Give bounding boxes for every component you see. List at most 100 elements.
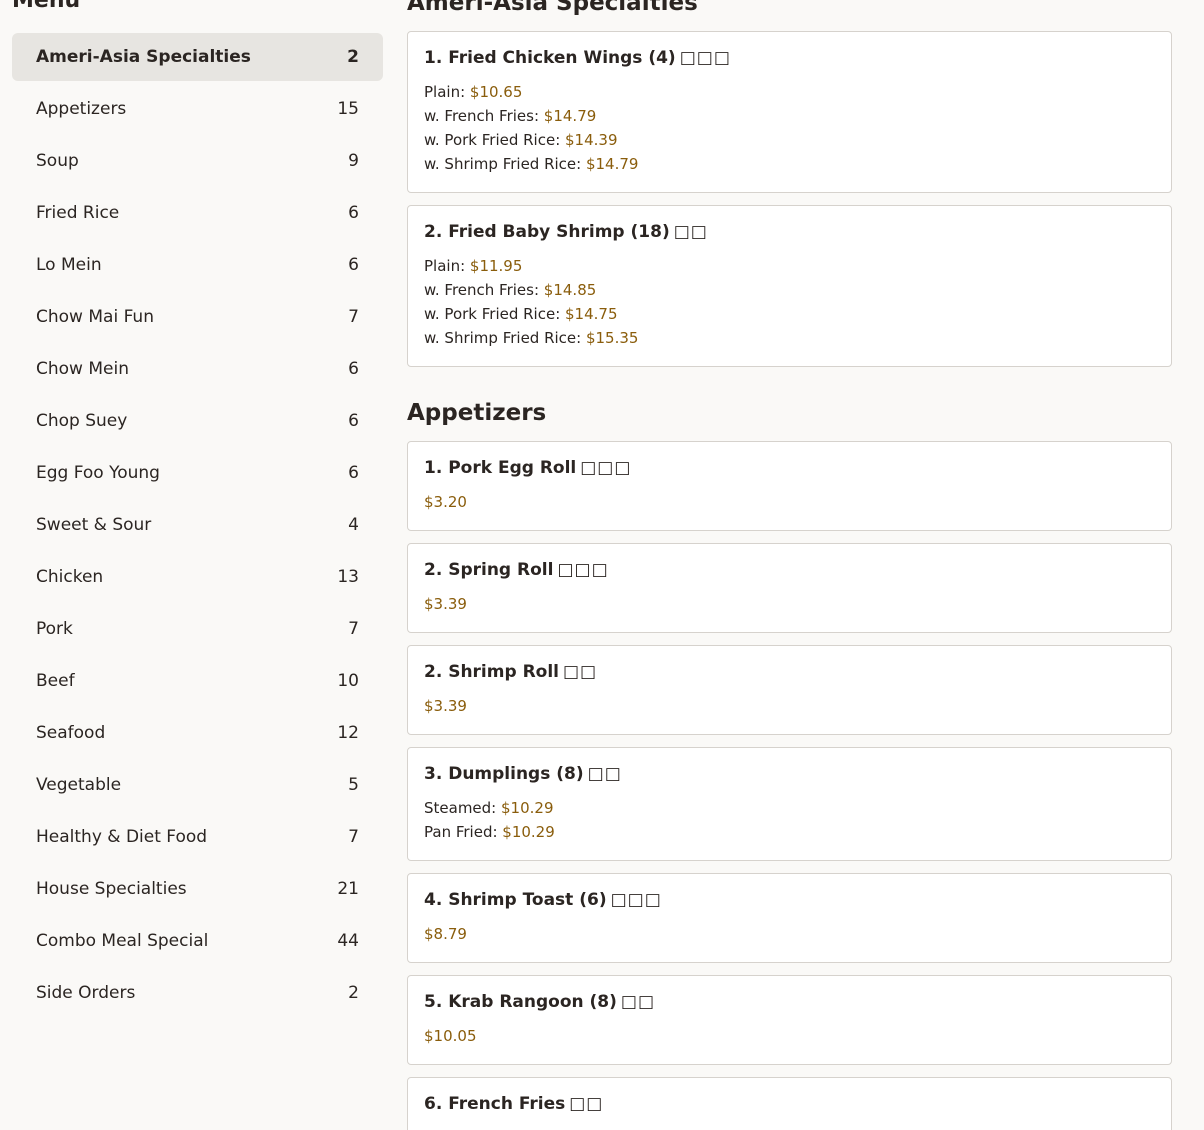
price-option-label: Steamed: bbox=[424, 799, 502, 817]
menu-item-card[interactable]: 5. Krab Rangoon (8) □□ $10.05 bbox=[407, 975, 1172, 1065]
menu-content: Ameri-Asia Specialties 1. Fried Chicken W… bbox=[407, 0, 1172, 1130]
price-row: Pan Fried: $10.29 bbox=[424, 820, 1155, 844]
category-label: Combo Meal Special bbox=[36, 931, 209, 951]
category-list: Ameri-Asia Specialties 2 Appetizers 15 Soup 9… bbox=[12, 33, 383, 1021]
price-row: $10.05 bbox=[424, 1024, 1155, 1048]
price-row: $3.20 bbox=[424, 490, 1155, 514]
sidebar-category-item[interactable]: Side Orders 2 bbox=[12, 969, 383, 1017]
menu-item-card[interactable]: 4. Shrimp Toast (6) □□□ $8.79 bbox=[407, 873, 1172, 963]
menu-item-name: 4. Shrimp Toast (6) □□□ bbox=[424, 888, 1155, 912]
category-label: Healthy & Diet Food bbox=[36, 827, 208, 847]
price-value: $14.85 bbox=[543, 281, 597, 299]
sidebar-category-item[interactable]: Ameri-Asia Specialties 2 bbox=[12, 33, 383, 81]
price-row: w. French Fries: $14.85 bbox=[424, 278, 1155, 302]
sidebar-category-item[interactable]: Chow Mein 6 bbox=[12, 345, 383, 393]
menu-item-card[interactable]: 1. Pork Egg Roll □□□ $3.20 bbox=[407, 441, 1172, 531]
sidebar-category-item[interactable]: Pork 7 bbox=[12, 605, 383, 653]
category-count: 44 bbox=[337, 931, 359, 951]
price-row: $8.79 bbox=[424, 922, 1155, 946]
sidebar-category-item[interactable]: Seafood 12 bbox=[12, 709, 383, 757]
menu-item-card[interactable]: 2. Spring Roll □□□ $3.39 bbox=[407, 543, 1172, 633]
menu-item-name: 6. French Fries □□ bbox=[424, 1092, 1155, 1116]
price-value: $3.39 bbox=[424, 697, 467, 715]
chinese-name-glyphs: □□ bbox=[620, 992, 656, 1012]
price-row: w. Pork Fried Rice: $14.75 bbox=[424, 302, 1155, 326]
sidebar-category-item[interactable]: Lo Mein 6 bbox=[12, 241, 383, 289]
chinese-name-glyphs: □□ bbox=[569, 1094, 604, 1114]
item-title: 5. Krab Rangoon (8) bbox=[424, 992, 617, 1012]
item-title: 4. Shrimp Toast (6) bbox=[424, 890, 607, 910]
sidebar-category-item[interactable]: Egg Foo Young 6 bbox=[12, 449, 383, 497]
category-label: Egg Foo Young bbox=[36, 463, 160, 483]
item-title: 1. Fried Chicken Wings (4) bbox=[424, 48, 676, 68]
price-option-label: w. French Fries: bbox=[424, 281, 544, 299]
category-count: 5 bbox=[348, 775, 359, 795]
sidebar-category-item[interactable]: Soup 9 bbox=[12, 137, 383, 185]
price-list: $3.20 bbox=[424, 490, 1155, 530]
menu-item-card[interactable]: 3. Dumplings (8) □□ Steamed: $10.29 Pan Fri… bbox=[407, 747, 1172, 861]
sidebar-category-item[interactable]: Sweet & Sour 4 bbox=[12, 501, 383, 549]
price-option-label: w. Shrimp Fried Rice: bbox=[424, 329, 586, 347]
menu-item-name: 2. Fried Baby Shrimp (18) □□ bbox=[424, 220, 1155, 244]
sidebar-category-item[interactable]: Chop Suey 6 bbox=[12, 397, 383, 445]
category-label: Beef bbox=[36, 671, 75, 691]
price-row: w. Shrimp Fried Rice: $14.79 bbox=[424, 152, 1155, 176]
price-list: $10.05 bbox=[424, 1024, 1155, 1064]
price-value: $10.29 bbox=[502, 823, 555, 841]
category-label: Chicken bbox=[36, 567, 104, 587]
sidebar-category-item[interactable]: Combo Meal Special 44 bbox=[12, 917, 383, 965]
category-label: Lo Mein bbox=[36, 255, 102, 275]
price-value: $10.65 bbox=[469, 83, 523, 101]
price-value: $14.39 bbox=[565, 131, 618, 149]
category-count: 4 bbox=[348, 515, 359, 535]
price-row: Steamed: $10.29 bbox=[424, 796, 1155, 820]
price-list: $3.39 bbox=[424, 694, 1155, 734]
category-count: 6 bbox=[348, 411, 359, 431]
price-option-label: Pan Fried: bbox=[424, 823, 503, 841]
price-row: $3.39 bbox=[424, 592, 1155, 616]
category-count: 2 bbox=[347, 47, 359, 67]
menu-item-name: 3. Dumplings (8) □□ bbox=[424, 762, 1155, 786]
price-row: w. Pork Fried Rice: $14.39 bbox=[424, 128, 1155, 152]
category-label: Sweet & Sour bbox=[36, 515, 152, 535]
price-row: Plain: $11.95 bbox=[424, 254, 1155, 278]
chinese-name-glyphs: □□ bbox=[563, 662, 598, 682]
category-label: Vegetable bbox=[36, 775, 122, 795]
sidebar-category-item[interactable]: Healthy & Diet Food 7 bbox=[12, 813, 383, 861]
price-value: $15.35 bbox=[585, 329, 639, 347]
category-label: Chow Mai Fun bbox=[36, 307, 154, 327]
section-title: Appetizers bbox=[407, 400, 547, 426]
menu-item-card[interactable]: 1. Fried Chicken Wings (4) □□□ Plain: $10.… bbox=[407, 31, 1172, 193]
menu-item-card[interactable]: 6. French Fries □□ bbox=[407, 1077, 1172, 1130]
section-title: Ameri-Asia Specialties bbox=[407, 0, 698, 16]
category-count: 6 bbox=[348, 359, 359, 379]
item-title: 2. Shrimp Roll bbox=[424, 662, 559, 682]
sidebar-category-item[interactable]: Beef 10 bbox=[12, 657, 383, 705]
sidebar-category-item[interactable]: Fried Rice 6 bbox=[12, 189, 383, 237]
chinese-name-glyphs: □□ bbox=[673, 222, 708, 242]
chinese-name-glyphs: □□ bbox=[587, 764, 622, 784]
menu-item-name: 1. Pork Egg Roll □□□ bbox=[424, 456, 1155, 480]
category-count: 9 bbox=[348, 151, 359, 171]
category-label: House Specialties bbox=[36, 879, 187, 899]
category-sidebar: Menu Ameri-Asia Specialties 2 Appetizers 15… bbox=[0, 0, 395, 1130]
price-value: $14.75 bbox=[565, 305, 618, 323]
category-count: 7 bbox=[348, 619, 359, 639]
price-value: $14.79 bbox=[543, 107, 597, 125]
category-label: Ameri-Asia Specialties bbox=[36, 47, 251, 67]
sidebar-category-item[interactable]: House Specialties 21 bbox=[12, 865, 383, 913]
sidebar-category-item[interactable]: Chicken 13 bbox=[12, 553, 383, 601]
menu-item-card[interactable]: 2. Shrimp Roll □□ $3.39 bbox=[407, 645, 1172, 735]
category-count: 21 bbox=[337, 879, 359, 899]
menu-item-card[interactable]: 2. Fried Baby Shrimp (18) □□ Plain: $11.95… bbox=[407, 205, 1172, 367]
sidebar-category-item[interactable]: Appetizers 15 bbox=[12, 85, 383, 133]
category-count: 2 bbox=[348, 983, 359, 1003]
sidebar-category-item[interactable]: Vegetable 5 bbox=[12, 761, 383, 809]
sidebar-category-item[interactable]: Chow Mai Fun 7 bbox=[12, 293, 383, 341]
category-label: Pork bbox=[36, 619, 73, 639]
price-option-label: w. Shrimp Fried Rice: bbox=[424, 155, 586, 173]
category-label: Soup bbox=[36, 151, 79, 171]
category-count: 6 bbox=[348, 203, 359, 223]
item-title: 2. Spring Roll bbox=[424, 560, 554, 580]
item-title: 3. Dumplings (8) bbox=[424, 764, 584, 784]
